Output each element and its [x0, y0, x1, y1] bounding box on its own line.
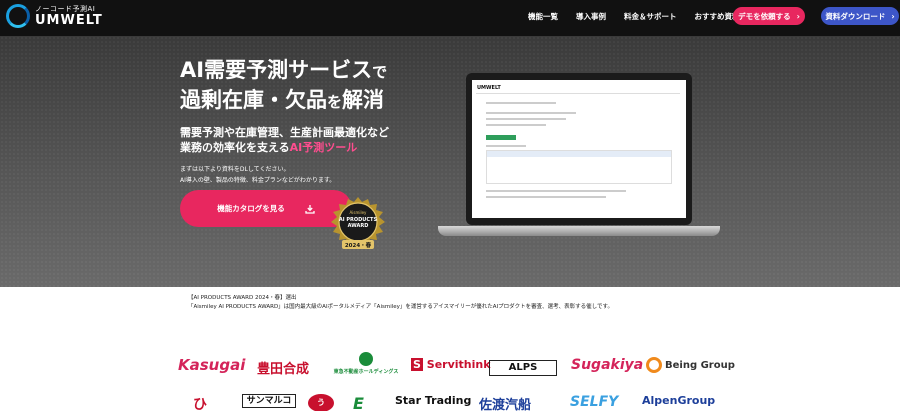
download-docs-button[interactable]: 資料ダウンロード ›	[821, 7, 899, 25]
download-docs-label: 資料ダウンロード	[825, 11, 886, 21]
hero-subtitle-line1: 需要予測や在庫管理、生産計画最適化など	[180, 126, 389, 139]
hero-title-line2: 過剰在庫・欠品を解消	[180, 88, 385, 112]
client-logo-r2-1: ひ	[193, 397, 207, 411]
ai-products-award-badge: Aismiley AI PRODUCTS AWARD 2024・春	[331, 197, 385, 249]
award-badge-year: 2024・春	[345, 241, 372, 249]
client-logo-toyoda-gosei: 豊田合成	[257, 362, 310, 377]
client-logo-sado-kisen: 佐渡汽船	[479, 398, 532, 411]
logo-name: UMWELT	[35, 12, 103, 28]
hero-title-line1: AI需要予測サービスで	[180, 58, 388, 82]
award-badge-top: Aismiley	[350, 210, 368, 215]
award-heading: 【AI PRODUCTS AWARD 2024・春】選出	[188, 295, 297, 301]
client-logo-being-group: Being Group	[646, 357, 735, 373]
nav-features[interactable]: 機能一覧	[528, 11, 558, 22]
top-header: ノーコード予測AI UMWELT 機能一覧 導入事例 料金＆サポート おすすめ資…	[0, 0, 900, 36]
client-logo-r2-4: E	[353, 394, 364, 411]
download-icon	[305, 204, 315, 214]
award-description: 「Aismiley AI PRODUCTS AWARD」は国内最大級のAIポータ…	[188, 304, 613, 310]
screen-table	[486, 150, 672, 184]
tokyu-mark-icon	[359, 352, 373, 366]
hero-note-line2: AI導入の壁、製品の特徴、料金プランなどがわかります。	[180, 177, 336, 184]
servithink-mark-icon: S	[411, 358, 423, 371]
app-screen-preview: UMWELT	[472, 80, 686, 218]
request-demo-button[interactable]: デモを依頼する ›	[733, 7, 805, 25]
screen-logo: UMWELT	[477, 85, 501, 91]
being-mark-icon	[646, 357, 662, 373]
client-logo-kasugai: Kasugai	[178, 356, 246, 374]
client-logo-alpen-group: AlpenGroup	[642, 394, 716, 407]
client-logo-selfy: SELFY	[570, 394, 619, 410]
chevron-right-icon: ›	[891, 11, 895, 21]
umwelt-logo[interactable]: ノーコード予測AI UMWELT	[6, 4, 103, 28]
chevron-right-icon: ›	[796, 11, 800, 21]
client-logo-servithink: S Servithink	[411, 358, 491, 371]
client-logo-r2-3: う	[308, 394, 334, 411]
logo-mark-icon	[6, 4, 30, 28]
hero-section: AI需要予測サービスで 過剰在庫・欠品を解消 需要予測や在庫管理、生産計画最適化…	[0, 36, 900, 287]
view-catalog-button[interactable]: 機能カタログを見る	[180, 190, 352, 227]
client-logo-sugakiya: Sugakiya	[571, 357, 644, 373]
request-demo-label: デモを依頼する	[738, 11, 791, 21]
main-nav: 機能一覧 導入事例 料金＆サポート おすすめ資料	[528, 11, 758, 22]
laptop-screenshot: UMWELT	[438, 73, 720, 275]
nav-pricing-support[interactable]: 料金＆サポート	[624, 11, 677, 22]
hero-note-line1: まずは以下より資料をDLしてください。	[180, 166, 290, 173]
hero-subtitle-line2: 業務の効率化を支えるAI予測ツール	[180, 141, 358, 154]
client-logo-sanmaruko: サンマルコ	[242, 394, 296, 408]
client-logo-star-trading: Star Trading	[395, 394, 472, 407]
client-logo-tokyu-fudosan: 東急不動産ホールディングス	[330, 352, 402, 375]
award-badge-main2: AWARD	[348, 223, 369, 229]
nav-case-studies[interactable]: 導入事例	[576, 11, 606, 22]
client-logo-alps: ALPS	[489, 360, 557, 376]
view-catalog-label: 機能カタログを見る	[217, 204, 285, 213]
